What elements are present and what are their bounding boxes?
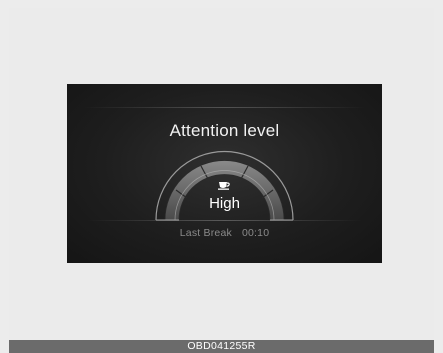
attention-title: Attention level [169, 121, 280, 140]
top-divider [83, 107, 366, 108]
figure-code: OBD041255R [187, 340, 256, 352]
last-break-label: Last Break [179, 227, 232, 239]
coffee-cup-icon [218, 182, 230, 190]
bottom-divider [87, 220, 362, 221]
attention-level-value: High [209, 195, 240, 212]
attention-display: Attention level High Last Break 00:10 [67, 84, 382, 263]
caption-bar: OBD041255R [9, 340, 434, 353]
last-break-time: 00:10 [241, 227, 270, 239]
last-break-row: Last Break 00:10 [67, 227, 382, 239]
